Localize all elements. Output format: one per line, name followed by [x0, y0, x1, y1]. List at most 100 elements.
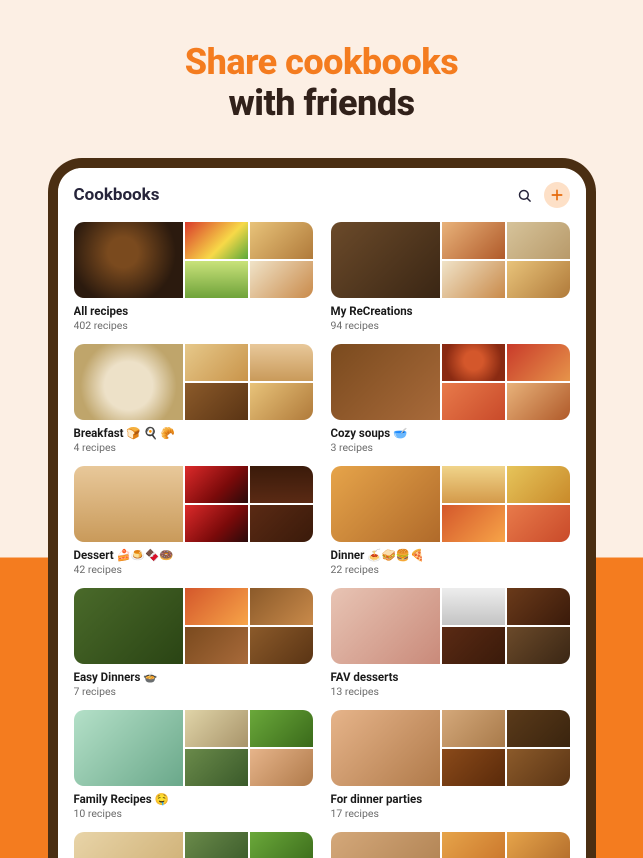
collage-thumbs: [442, 588, 569, 664]
cookbook-collage: [331, 832, 570, 858]
collage-thumbs: [442, 344, 569, 420]
cookbook-count: 7 recipes: [74, 685, 313, 698]
cookbook-card[interactable]: Cozy soups 🥣3 recipes: [331, 344, 570, 454]
cookbook-count: 13 recipes: [331, 685, 570, 698]
collage-thumb: [442, 222, 505, 259]
cookbook-card[interactable]: My ReCreations94 recipes: [331, 222, 570, 332]
cookbook-grid: All recipes402 recipesMy ReCreations94 r…: [74, 222, 570, 858]
collage-thumb: [250, 710, 313, 747]
cookbook-collage: [331, 344, 570, 420]
collage-thumb: [442, 627, 505, 664]
collage-thumbs: [442, 466, 569, 542]
cookbook-card[interactable]: [74, 832, 313, 858]
cookbook-card[interactable]: Dessert 🍰🍮🍫🍩42 recipes: [74, 466, 313, 576]
collage-thumb: [250, 383, 313, 420]
collage-thumb: [442, 749, 505, 786]
collage-thumb: [507, 627, 570, 664]
collage-thumb: [250, 344, 313, 381]
collage-thumb: [185, 627, 248, 664]
collage-thumb: [185, 261, 248, 298]
collage-thumb: [185, 383, 248, 420]
collage-thumb: [442, 344, 505, 381]
collage-main-image: [74, 466, 184, 542]
collage-thumbs: [442, 832, 569, 858]
hero-text: Share cookbooks with friends: [0, 0, 643, 145]
hero-line-2: with friends: [228, 82, 414, 124]
collage-thumb: [442, 505, 505, 542]
app-screen: Cookbooks All recipes402 recipesMy ReCre…: [58, 168, 586, 858]
collage-thumb: [250, 466, 313, 503]
cookbook-title: Cozy soups 🥣: [331, 426, 570, 440]
collage-main-image: [331, 466, 441, 542]
collage-thumb: [185, 588, 248, 625]
cookbook-collage: [331, 588, 570, 664]
collage-thumb: [185, 749, 248, 786]
cookbook-collage: [74, 588, 313, 664]
cookbook-collage: [74, 222, 313, 298]
collage-thumb: [507, 383, 570, 420]
collage-thumbs: [185, 222, 312, 298]
collage-main-image: [74, 222, 184, 298]
cookbook-collage: [74, 344, 313, 420]
collage-thumb: [442, 832, 505, 858]
search-button[interactable]: [512, 182, 538, 208]
cookbook-title: Dinner 🍝🥪🍔🍕: [331, 548, 570, 562]
cookbook-count: 42 recipes: [74, 563, 313, 576]
collage-thumb: [442, 466, 505, 503]
collage-thumb: [507, 749, 570, 786]
collage-main-image: [74, 344, 184, 420]
collage-main-image: [74, 710, 184, 786]
cookbook-title: All recipes: [74, 304, 313, 318]
cookbook-count: 17 recipes: [331, 807, 570, 820]
cookbook-card[interactable]: Family Recipes 🤤10 recipes: [74, 710, 313, 820]
cookbook-count: 10 recipes: [74, 807, 313, 820]
plus-icon: [550, 188, 564, 202]
collage-thumb: [250, 261, 313, 298]
collage-main-image: [331, 832, 441, 858]
cookbook-card[interactable]: Breakfast 🍞 🍳 🥐4 recipes: [74, 344, 313, 454]
collage-thumbs: [185, 466, 312, 542]
top-bar-actions: [512, 182, 570, 208]
cookbook-title: My ReCreations: [331, 304, 570, 318]
cookbook-card[interactable]: Easy Dinners 🍲7 recipes: [74, 588, 313, 698]
cookbook-collage: [331, 466, 570, 542]
collage-thumb: [185, 344, 248, 381]
collage-thumb: [185, 505, 248, 542]
collage-thumb: [250, 749, 313, 786]
search-icon: [517, 188, 532, 203]
promo-stage: { "hero": { "line1": "Share cookbooks", …: [0, 0, 643, 858]
collage-thumbs: [185, 710, 312, 786]
page-title: Cookbooks: [74, 185, 160, 205]
hero-line-1: Share cookbooks: [185, 41, 458, 83]
cookbook-card[interactable]: For dinner parties17 recipes: [331, 710, 570, 820]
cookbook-card[interactable]: FAV desserts13 recipes: [331, 588, 570, 698]
collage-thumb: [185, 832, 248, 858]
cookbook-collage: [74, 832, 313, 858]
collage-main-image: [331, 710, 441, 786]
collage-thumb: [507, 344, 570, 381]
collage-thumb: [442, 710, 505, 747]
collage-thumb: [250, 588, 313, 625]
collage-thumb: [250, 505, 313, 542]
collage-thumb: [185, 466, 248, 503]
cookbook-card[interactable]: [331, 832, 570, 858]
collage-thumbs: [185, 344, 312, 420]
device-frame: Cookbooks All recipes402 recipesMy ReCre…: [48, 158, 596, 858]
collage-thumb: [507, 588, 570, 625]
cookbook-title: Family Recipes 🤤: [74, 792, 313, 806]
cookbook-title: Easy Dinners 🍲: [74, 670, 313, 684]
collage-main-image: [74, 588, 184, 664]
collage-main-image: [331, 344, 441, 420]
collage-thumbs: [442, 710, 569, 786]
collage-thumb: [185, 222, 248, 259]
collage-thumb: [250, 222, 313, 259]
cookbook-card[interactable]: All recipes402 recipes: [74, 222, 313, 332]
collage-thumb: [250, 627, 313, 664]
add-button[interactable]: [544, 182, 570, 208]
cookbook-collage: [74, 710, 313, 786]
collage-thumb: [507, 466, 570, 503]
collage-thumb: [507, 832, 570, 858]
cookbook-card[interactable]: Dinner 🍝🥪🍔🍕22 recipes: [331, 466, 570, 576]
collage-thumb: [185, 710, 248, 747]
collage-thumbs: [442, 222, 569, 298]
